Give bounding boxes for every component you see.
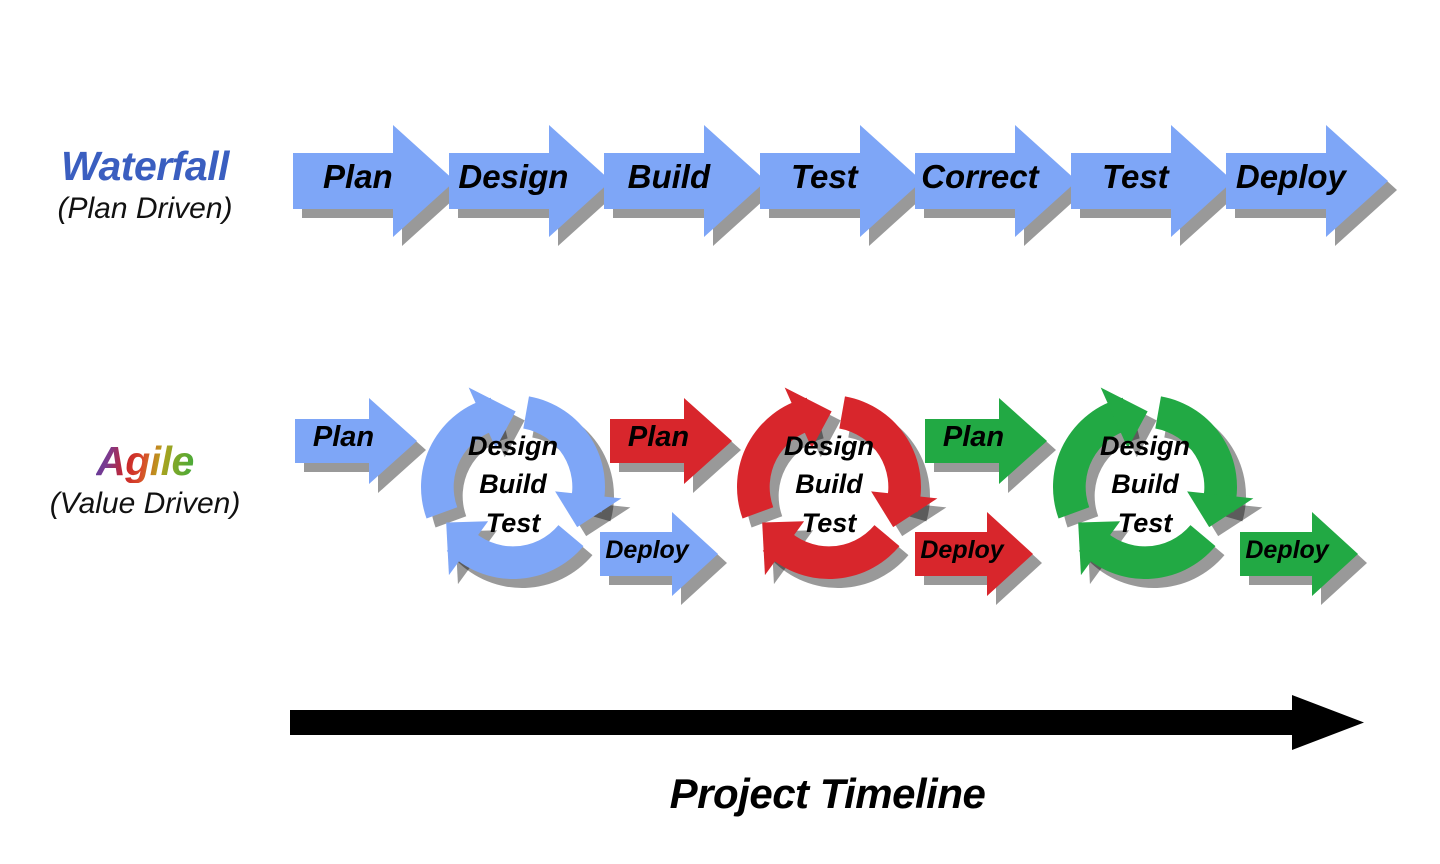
agile-cycle-2[interactable]: Design Build Test: [737, 387, 947, 588]
waterfall-arrow-3-build[interactable]: Build: [604, 125, 775, 246]
agile-deploy-arrow-1[interactable]: Deploy: [600, 512, 727, 605]
agile-row-label: Agile (Value Driven): [10, 438, 280, 522]
waterfall-arrow-7-deploy[interactable]: Deploy: [1226, 125, 1397, 246]
waterfall-arrow-2-design[interactable]: Design: [448, 125, 620, 246]
waterfall-arrow-6-test[interactable]: Test: [1070, 125, 1242, 246]
agile-deploy-arrow-2[interactable]: Deploy: [915, 512, 1042, 605]
diagram-canvas: Waterfall (Plan Driven) Agile (Value Dri…: [0, 0, 1440, 864]
agile-plan-arrow-1[interactable]: Plan: [295, 398, 426, 493]
arrow-body: [448, 125, 611, 237]
cycle-ring: [421, 387, 622, 579]
timeline-arrow-shape: [290, 695, 1364, 750]
agile-plan-arrow-2[interactable]: Plan: [610, 398, 741, 493]
arrow-body: [759, 125, 922, 237]
waterfall-subtitle: (Plan Driven): [57, 192, 233, 226]
project-timeline-arrow: [290, 695, 1365, 751]
cycle-ring: [737, 387, 938, 579]
agile-cycle-3[interactable]: Design Build Test: [1053, 387, 1263, 588]
arrow-body: [1226, 125, 1388, 237]
arrow-body: [293, 125, 455, 237]
cycle-ring: [1053, 387, 1254, 579]
agile-deploy-arrow-3[interactable]: Deploy: [1240, 512, 1367, 605]
arrow-body: [1070, 125, 1233, 237]
waterfall-row-label: Waterfall (Plan Driven): [10, 143, 280, 227]
arrow-body: [604, 125, 766, 237]
agile-title: Agile: [96, 438, 194, 484]
agile-cycle-1[interactable]: Design Build Test: [421, 387, 631, 588]
waterfall-arrow-1-plan[interactable]: Plan: [293, 125, 464, 246]
waterfall-arrow-5-correct[interactable]: Correct: [915, 125, 1086, 246]
waterfall-title: Waterfall: [61, 143, 229, 189]
agile-plan-arrow-3[interactable]: Plan: [925, 398, 1056, 493]
waterfall-arrow-4-test[interactable]: Test: [759, 125, 931, 246]
agile-subtitle: (Value Driven): [49, 487, 241, 521]
timeline-caption: Project Timeline: [669, 770, 986, 817]
arrow-body: [915, 125, 1077, 237]
